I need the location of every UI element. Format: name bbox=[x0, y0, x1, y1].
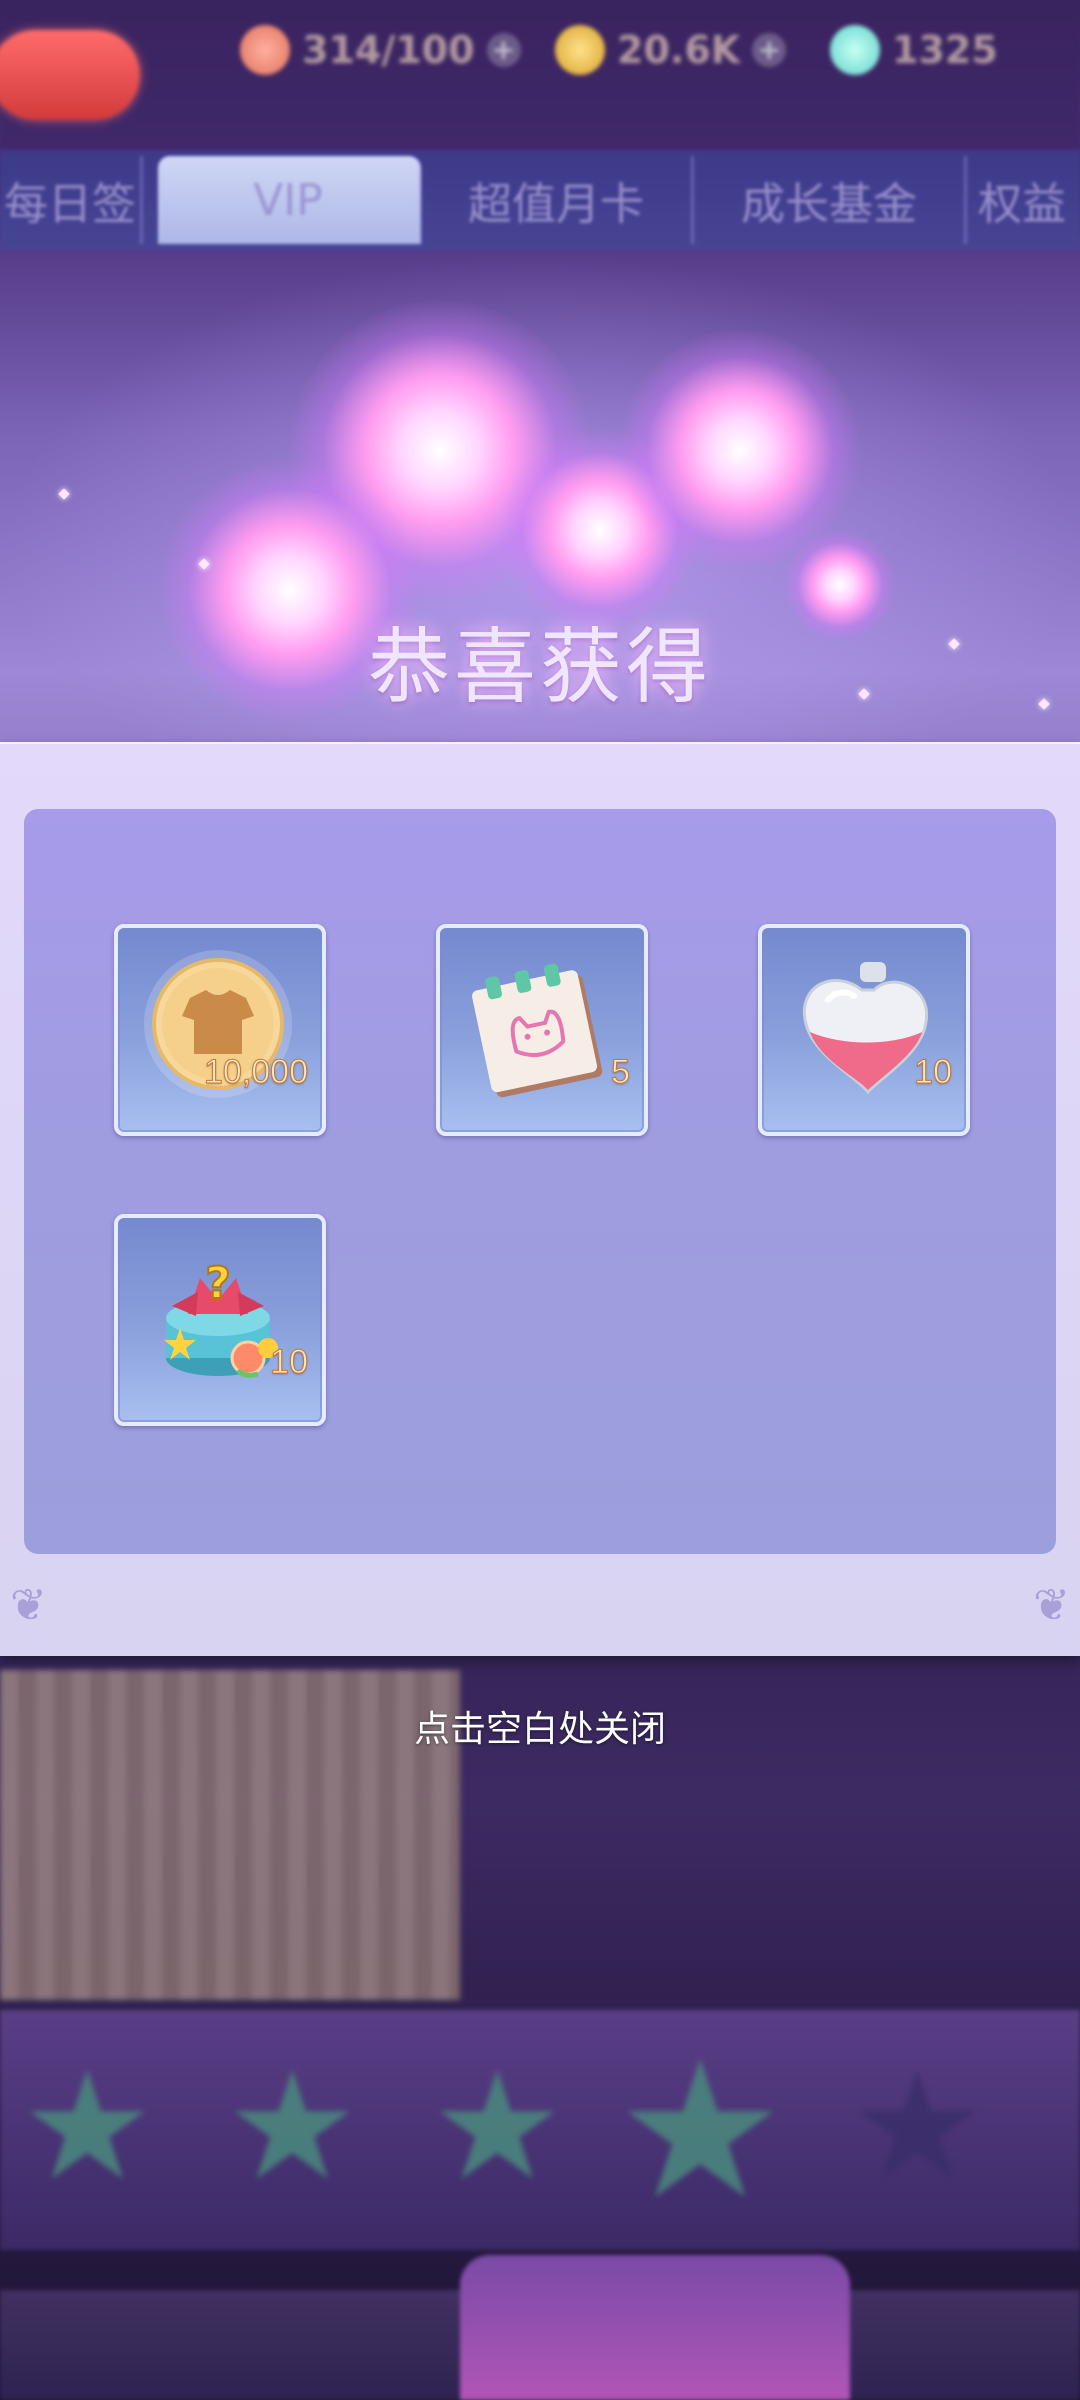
close-hint[interactable]: 点击空白处关闭 bbox=[0, 1700, 1080, 1752]
heart-potion-icon bbox=[802, 962, 929, 1095]
tab-vip: VIP bbox=[158, 156, 421, 244]
mystery-gift-box-icon: ? bbox=[164, 1257, 278, 1378]
star-icon: ★ bbox=[430, 2040, 565, 2214]
tab-monthly-card: 超值月卡 bbox=[421, 156, 694, 244]
corner-ornament: ❦ bbox=[1033, 1580, 1070, 1631]
star-icon: ★ bbox=[20, 2040, 155, 2214]
tab-privilege: 权益 bbox=[978, 179, 1066, 230]
plus-icon: + bbox=[486, 33, 521, 67]
stamina-value: 314/100 bbox=[302, 28, 475, 72]
reward-title: 恭喜获得 bbox=[367, 620, 712, 715]
reward-item-clothing-coin[interactable]: 10,000 bbox=[114, 924, 326, 1136]
plus-icon: + bbox=[752, 33, 787, 67]
tab-growth-fund: 成长基金 bbox=[694, 156, 967, 244]
reward-quantity: 10,000 bbox=[204, 1053, 309, 1092]
coin-resource: 20.6K + bbox=[555, 20, 787, 80]
tab-daily: 每日签 bbox=[0, 156, 143, 244]
back-button bbox=[0, 30, 140, 120]
stamina-resource: 314/100 + bbox=[240, 20, 521, 80]
diamond-resource: 1325 bbox=[830, 20, 998, 80]
corner-ornament: ❦ bbox=[10, 1580, 47, 1631]
reward-grid: 10,000 5 10 ? 10 bbox=[24, 809, 1056, 1554]
reward-screen[interactable]: 314/100 + 20.6K + 1325 每日签 VIP 超值月卡 成长基金… bbox=[0, 0, 1080, 2400]
top-status-bar: 314/100 + 20.6K + 1325 bbox=[0, 0, 1080, 150]
reward-item-sketchbook[interactable]: 5 bbox=[436, 924, 648, 1136]
reward-quantity: 10 bbox=[914, 1053, 953, 1092]
coin-value: 20.6K bbox=[617, 28, 741, 72]
reward-quantity: 10 bbox=[270, 1343, 309, 1382]
reward-panel: 10,000 5 10 ? 10 ❦ ❦ bbox=[0, 742, 1080, 1656]
heart-icon bbox=[240, 25, 290, 75]
star-icon: ★ bbox=[850, 2040, 985, 2214]
diamond-value: 1325 bbox=[892, 28, 998, 72]
reward-item-mystery-gift[interactable]: ? 10 bbox=[114, 1214, 326, 1426]
clothing-coin-icon bbox=[144, 950, 292, 1098]
bottom-nav-center bbox=[460, 2255, 850, 2400]
reward-item-heart-potion[interactable]: 10 bbox=[758, 924, 970, 1136]
tab-strip: 每日签 VIP 超值月卡 成长基金 权益 bbox=[0, 150, 1080, 250]
sketchbook-icon bbox=[472, 963, 603, 1098]
coin-icon bbox=[555, 25, 605, 75]
star-icon: ★ bbox=[615, 2020, 786, 2241]
diamond-icon bbox=[830, 25, 880, 75]
star-icon: ★ bbox=[225, 2040, 360, 2214]
svg-text:?: ? bbox=[205, 1258, 231, 1309]
reward-quantity: 5 bbox=[611, 1053, 631, 1092]
